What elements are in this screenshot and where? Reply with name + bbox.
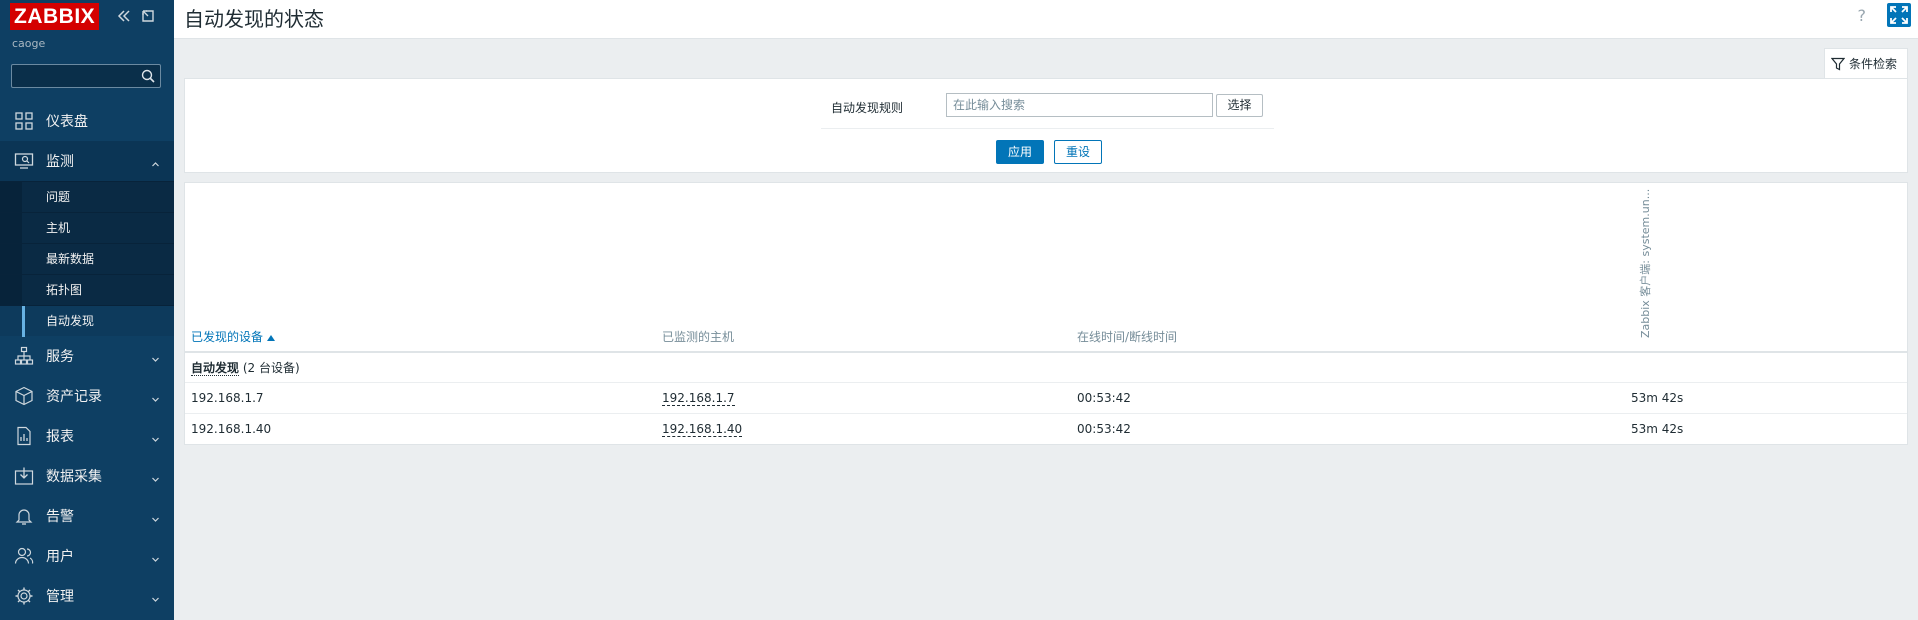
zabbix-logo[interactable]: ZABBIX	[10, 2, 100, 30]
gear-icon	[14, 586, 34, 606]
fullscreen-icon	[1890, 6, 1908, 24]
menu-item-administration[interactable]: 管理	[0, 576, 174, 616]
group-name[interactable]: 自动发现	[191, 361, 240, 376]
menu-item-alerts[interactable]: 告警	[0, 496, 174, 536]
users-icon	[14, 546, 34, 566]
page-header: 自动发现的状态 ?	[174, 0, 1918, 39]
group-count: (2 台设备)	[242, 361, 300, 375]
sort-asc-icon	[267, 334, 276, 341]
filter-icon	[1830, 57, 1846, 71]
collapse-sidebar-icon[interactable]	[116, 8, 132, 24]
chevron-down-icon	[151, 552, 160, 562]
sidebar: ZABBIX caoge 仪表盘 监测 问题 主机 最新数据 拓扑图 自动发现 …	[0, 0, 174, 620]
filter-divider	[821, 128, 1274, 129]
menu-item-users[interactable]: 用户	[0, 536, 174, 576]
menu-item-data-collection[interactable]: 数据采集	[0, 456, 174, 496]
menu-label: 服务	[46, 349, 74, 365]
chevron-down-icon	[151, 472, 160, 482]
menu-item-reports[interactable]: 报表	[0, 416, 174, 456]
chevron-down-icon	[151, 592, 160, 602]
discovery-table: 已发现的设备 已监测的主机 在线时间/断线时间 Zabbix 客户端: syst…	[184, 182, 1908, 445]
filter-panel: 自动发现规则 在此输入搜索 选择 应用 重设	[184, 78, 1908, 173]
apply-button[interactable]: 应用	[996, 140, 1044, 164]
monitored-host-link[interactable]: 192.168.1.40	[662, 422, 743, 437]
menu-item-dashboard[interactable]: 仪表盘	[0, 101, 174, 141]
menu-label: 资产记录	[46, 389, 102, 405]
sidebar-tools	[116, 8, 156, 24]
menu-label: 告警	[46, 509, 74, 525]
chevron-down-icon	[151, 512, 160, 522]
reports-icon	[14, 426, 34, 446]
monitoring-submenu: 问题 主机 最新数据 拓扑图 自动发现	[0, 181, 174, 337]
column-header-zabbix-agent-check: Zabbix 客户端: system.un...	[1639, 188, 1652, 338]
reset-button[interactable]: 重设	[1054, 140, 1102, 164]
monitoring-icon	[14, 151, 34, 171]
chevron-down-icon	[151, 352, 160, 362]
filter-tab-label: 条件检索	[1849, 57, 1898, 71]
monitored-host-link[interactable]: 192.168.1.7	[662, 391, 735, 406]
uptime-value: 00:53:42	[1077, 422, 1131, 436]
menu-label: 用户	[46, 549, 74, 565]
server-name: caoge	[12, 37, 46, 50]
services-icon	[14, 346, 34, 366]
inventory-icon	[14, 386, 34, 406]
device-ip: 192.168.1.7	[191, 391, 264, 405]
submenu-item-hosts[interactable]: 主机	[0, 212, 174, 243]
chevron-down-icon	[151, 432, 160, 442]
sidebar-search-input[interactable]	[12, 65, 134, 87]
menu-label: 管理	[46, 589, 74, 605]
menu-label: 数据采集	[46, 469, 102, 485]
group-row: 自动发现 (2 台设备)	[191, 359, 300, 376]
fullscreen-button[interactable]	[1887, 3, 1911, 27]
uptime-value: 00:53:42	[1077, 391, 1131, 405]
dashboard-icon	[14, 111, 34, 131]
menu-item-inventory[interactable]: 资产记录	[0, 376, 174, 416]
sidebar-search	[11, 64, 161, 88]
help-icon[interactable]: ?	[1858, 6, 1867, 25]
bell-icon	[14, 506, 34, 526]
column-header-discovered-device[interactable]: 已发现的设备	[191, 328, 276, 345]
menu-item-monitoring[interactable]: 监测	[0, 141, 174, 181]
column-header-uptime: 在线时间/断线时间	[1077, 330, 1178, 344]
menu-item-services[interactable]: 服务	[0, 336, 174, 376]
submenu-item-problems[interactable]: 问题	[0, 181, 174, 212]
agent-check-value: 53m 42s	[1631, 422, 1684, 436]
device-ip: 192.168.1.40	[191, 422, 272, 436]
menu-label: 监测	[46, 154, 74, 170]
submenu-item-discovery[interactable]: 自动发现	[0, 305, 174, 337]
menu-label: 报表	[46, 429, 74, 445]
select-button[interactable]: 选择	[1216, 94, 1263, 117]
filter-tab[interactable]: 条件检索	[1824, 48, 1908, 78]
data-collection-icon	[14, 466, 34, 486]
page-title: 自动发现的状态	[184, 7, 324, 31]
submenu-item-maps[interactable]: 拓扑图	[0, 274, 174, 305]
chevron-up-icon	[151, 157, 160, 167]
main-menu: 仪表盘 监测 问题 主机 最新数据 拓扑图 自动发现 服务 资产记录 报表 数据…	[0, 101, 174, 616]
menu-label: 仪表盘	[46, 114, 88, 130]
chevron-down-icon	[151, 392, 160, 402]
discovery-rule-input[interactable]: 在此输入搜索	[946, 93, 1213, 117]
hide-sidebar-icon[interactable]	[140, 8, 156, 24]
column-header-monitored-host: 已监测的主机	[662, 330, 735, 344]
submenu-item-latest-data[interactable]: 最新数据	[0, 243, 174, 274]
agent-check-value: 53m 42s	[1631, 391, 1684, 405]
discovery-rule-label: 自动发现规则	[831, 101, 904, 115]
logo-row: ZABBIX	[10, 2, 100, 30]
search-icon[interactable]	[140, 68, 156, 84]
